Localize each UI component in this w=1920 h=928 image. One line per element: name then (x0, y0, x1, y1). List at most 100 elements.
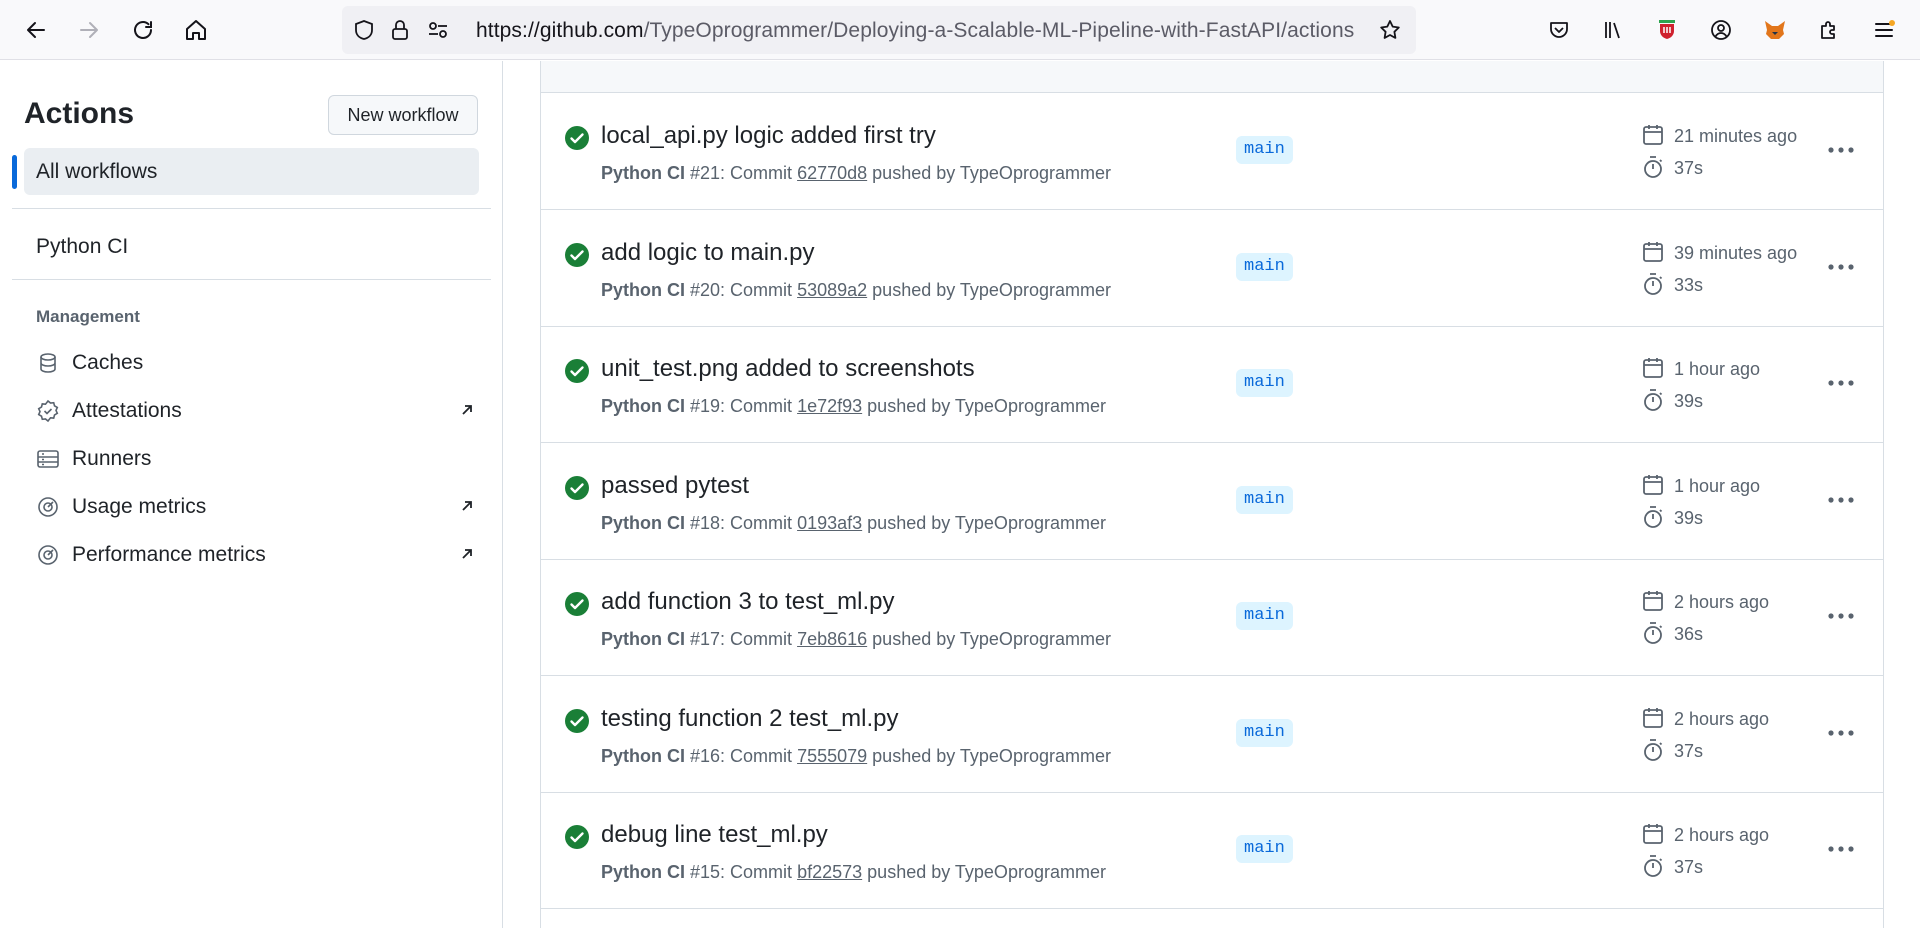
sidebar-title: Actions (24, 97, 135, 130)
sidebar-item-attestations[interactable]: Attestations (36, 393, 476, 429)
run-duration: 37s (1674, 740, 1704, 761)
run-timestamp: 2 hours ago (1674, 708, 1770, 729)
run-timestamp: 39 minutes ago (1674, 242, 1798, 263)
branch-label[interactable]: main (1236, 252, 1293, 281)
lock-icon[interactable] (388, 18, 412, 42)
branch-label[interactable]: main (1236, 718, 1293, 747)
run-pusher: pushed by TypeOprogrammer (872, 629, 1111, 649)
run-options-kebab-icon[interactable] (1825, 717, 1857, 749)
run-title[interactable]: passed pytest (601, 472, 749, 500)
workflow-run-row[interactable]: passed pytest Python CI #18: Commit 0193… (541, 444, 1883, 560)
home-icon[interactable] (178, 12, 214, 48)
library-icon[interactable] (1595, 12, 1631, 48)
meter-icon (38, 497, 58, 517)
run-workflow-name: Python CI (601, 279, 685, 300)
run-timestamp: 21 minutes ago (1674, 126, 1798, 146)
run-options-kebab-icon[interactable] (1825, 134, 1857, 166)
run-options-kebab-icon[interactable] (1825, 833, 1857, 865)
run-workflow-name: Python CI (601, 629, 685, 649)
run-title[interactable]: local_api.py logic added first try (601, 122, 936, 150)
run-meta: Python CI #17: Commit 7eb8616 pushed by … (601, 629, 1111, 650)
run-timestamp: 2 hours ago (1674, 592, 1770, 612)
workflow-run-row[interactable]: add logic to main.py Python CI #20: Comm… (541, 211, 1883, 327)
commit-sha-link[interactable]: 7555079 (797, 746, 867, 766)
branch-label[interactable]: main (1236, 136, 1293, 164)
extensions-icon[interactable] (1811, 12, 1847, 48)
run-options-kebab-icon[interactable] (1825, 367, 1857, 399)
workflow-runs-list: local_api.py logic added first try Pytho… (540, 61, 1884, 928)
browser-toolbar: https://github.com/TypeOprogrammer/Deplo… (0, 0, 1920, 60)
reload-icon[interactable] (125, 12, 161, 48)
extension-shield-icon[interactable] (1649, 12, 1685, 48)
sidebar-item-runners[interactable]: Runners (36, 441, 476, 477)
actions-sidebar: Actions New workflow All workflows Pytho… (0, 61, 503, 928)
run-duration: 37s (1674, 158, 1704, 178)
workflow-run-row[interactable]: local_api.py logic added first try Pytho… (541, 94, 1883, 210)
workflow-run-row[interactable]: testing function 2 test_ml.py Python CI … (541, 677, 1883, 793)
divider (12, 208, 491, 209)
branch-label[interactable]: main (1236, 485, 1293, 514)
run-title[interactable]: testing function 2 test_ml.py (601, 705, 899, 733)
sidebar-item-usage-metrics[interactable]: Usage metrics (36, 489, 476, 525)
sidebar-item-performance-metrics[interactable]: Performance metrics (36, 537, 476, 573)
run-workflow-name: Python CI (601, 396, 685, 416)
run-options-kebab-icon[interactable] (1825, 484, 1857, 516)
branch-label[interactable]: main (1236, 369, 1293, 397)
commit-sha-link[interactable]: 53089a2 (797, 280, 867, 300)
meter-icon (38, 545, 58, 565)
run-options-kebab-icon[interactable] (1825, 600, 1857, 632)
sidebar-item-label: Performance metrics (72, 543, 266, 566)
workflow-run-row[interactable]: debug line test_ml.py Python CI #15: Com… (541, 793, 1883, 909)
run-pusher: pushed by TypeOprogrammer (867, 396, 1106, 416)
run-workflow-name: Python CI (601, 163, 685, 183)
forward-icon[interactable] (71, 12, 107, 48)
run-number: #18: Commit (690, 512, 793, 533)
run-title[interactable]: add logic to main.py (601, 239, 814, 267)
permissions-icon[interactable] (426, 18, 450, 42)
pocket-icon[interactable] (1541, 12, 1577, 48)
url-text[interactable]: https://github.com/TypeOprogrammer/Deplo… (476, 19, 1354, 43)
sidebar-item-label: Usage metrics (72, 495, 207, 518)
fox-extension-icon[interactable] (1757, 12, 1793, 48)
external-link-icon (462, 501, 472, 511)
workflow-run-row[interactable]: unit_test.png added to screenshots Pytho… (541, 327, 1883, 443)
menu-icon[interactable] (1866, 12, 1902, 48)
run-title[interactable]: unit_test.png added to screenshots (601, 355, 975, 383)
account-icon[interactable] (1703, 12, 1739, 48)
commit-sha-link[interactable]: 0193af3 (797, 513, 862, 533)
commit-sha-link[interactable]: 7eb8616 (797, 629, 867, 649)
new-workflow-button[interactable]: New workflow (328, 95, 478, 135)
sidebar-item-caches[interactable]: Caches (36, 345, 476, 381)
run-duration: 36s (1674, 624, 1704, 644)
commit-sha-link[interactable]: bf22573 (797, 862, 862, 882)
server-icon (37, 450, 59, 468)
run-title[interactable]: add function 3 to test_ml.py (601, 588, 895, 616)
run-duration: 39s (1674, 391, 1704, 411)
stopwatch-icon (1644, 505, 1663, 528)
stopwatch-icon (1644, 622, 1663, 644)
run-duration: 37s (1674, 857, 1704, 877)
url-bar[interactable]: https://github.com/TypeOprogrammer/Deplo… (342, 6, 1416, 54)
branch-label[interactable]: main (1236, 602, 1293, 630)
calendar-icon (1643, 474, 1663, 495)
branch-label[interactable]: main (1236, 835, 1293, 863)
run-meta: Python CI #21: Commit 62770d8 pushed by … (601, 163, 1111, 184)
success-check-icon (565, 242, 589, 267)
sidebar-item-all-workflows[interactable]: All workflows (12, 148, 479, 195)
back-icon[interactable] (18, 12, 54, 48)
run-number: #20: Commit (690, 279, 793, 300)
run-options-kebab-icon[interactable] (1825, 251, 1857, 283)
run-number: #16: Commit (690, 745, 793, 766)
run-duration: 39s (1674, 507, 1704, 528)
workflow-run-row[interactable]: add function 3 to test_ml.py Python CI #… (541, 560, 1883, 676)
sidebar-item-python-ci[interactable]: Python CI (36, 235, 128, 259)
run-meta: Python CI #15: Commit bf22573 pushed by … (601, 862, 1106, 883)
management-heading: Management (36, 307, 140, 326)
commit-sha-link[interactable]: 62770d8 (797, 163, 867, 183)
run-number: #19: Commit (690, 396, 793, 416)
commit-sha-link[interactable]: 1e72f93 (797, 396, 862, 416)
run-title[interactable]: debug line test_ml.py (601, 821, 828, 849)
bookmark-star-icon[interactable] (1378, 18, 1402, 42)
run-number: #15: Commit (690, 862, 793, 882)
shield-icon[interactable] (352, 18, 376, 42)
